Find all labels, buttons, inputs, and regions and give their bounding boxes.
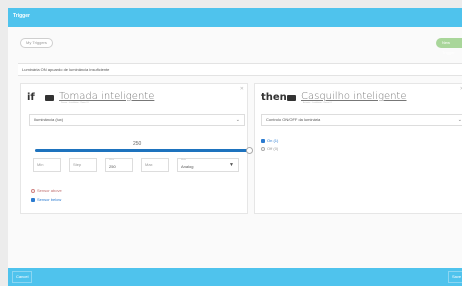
- new-trigger-button[interactable]: New Trigger: [436, 38, 462, 55]
- value-field-caption: Value: [109, 159, 114, 161]
- then-device-name[interactable]: Casquilho inteligente: [301, 91, 407, 102]
- if-device-name[interactable]: Tomada inteligente: [59, 91, 154, 102]
- step-field-value: Step: [73, 162, 82, 167]
- radio-selected-icon: [261, 138, 265, 143]
- trigger-editor-window: Trigger My Triggers New Trigger Luminári…: [8, 8, 462, 286]
- mode-select-value: Analog: [181, 164, 194, 169]
- threshold-slider[interactable]: [35, 147, 253, 154]
- close-icon[interactable]: ✕: [240, 86, 244, 92]
- radio-on-label: On (1): [267, 138, 279, 143]
- then-device-subtitle: Actuator · Installation · Room 01: [303, 102, 332, 104]
- then-keyword: then: [261, 92, 287, 103]
- radio-unselected-icon: [31, 188, 35, 193]
- radio-off-label: Off (0): [267, 146, 279, 151]
- if-device-subtitle: Sensor · Installation · Room 01: [61, 102, 89, 104]
- radio-selected-icon: [31, 197, 35, 202]
- bulb-icon: [287, 95, 296, 101]
- min-field-value: Min: [37, 162, 44, 167]
- mode-select-caption: Mode: [181, 159, 187, 161]
- save-button[interactable]: Save: [448, 271, 462, 283]
- action-select-value: Controlo ON/OFF da luminária: [266, 117, 321, 122]
- footer-bar: Cancel Save: [8, 268, 462, 286]
- action-select[interactable]: Controlo ON/OFF da luminária ⌄: [261, 114, 462, 126]
- window-title: Trigger: [13, 13, 30, 19]
- mode-select[interactable]: Mode Analog ▼: [177, 158, 239, 172]
- trigger-name-field[interactable]: Luminária ON apuardo de luminância insuf…: [18, 63, 462, 76]
- slider-handle[interactable]: [245, 147, 253, 154]
- if-condition-card: ✕ if Tomada inteligente Sensor · Install…: [20, 83, 253, 214]
- step-field[interactable]: Step: [69, 158, 97, 172]
- breadcrumb-my-triggers[interactable]: My Triggers: [20, 38, 53, 48]
- radio-unselected-icon: [261, 146, 265, 151]
- value-field[interactable]: Value 250: [105, 158, 133, 172]
- max-field[interactable]: Max: [141, 158, 169, 172]
- radio-sensor-below-label: Sensor below: [37, 197, 62, 202]
- slider-fill: [35, 149, 250, 152]
- title-bar: Trigger: [8, 8, 462, 27]
- cancel-button[interactable]: Cancel: [12, 271, 32, 283]
- radio-sensor-below[interactable]: Sensor below: [31, 197, 61, 202]
- radio-on[interactable]: On (1): [261, 138, 278, 143]
- radio-sensor-above[interactable]: Sensor above: [31, 188, 62, 193]
- chevron-down-icon: ⌄: [457, 117, 462, 123]
- max-field-value: Max: [145, 162, 153, 167]
- property-select[interactable]: Iluminância (lux) ⌄: [29, 114, 245, 126]
- plug-icon: [45, 95, 54, 101]
- radio-sensor-above-label: Sensor above: [37, 188, 62, 193]
- slider-value: 250: [133, 141, 142, 147]
- radio-off[interactable]: Off (0): [261, 146, 278, 151]
- min-field[interactable]: Min: [33, 158, 61, 172]
- property-select-value: Iluminância (lux): [34, 117, 64, 122]
- chevron-down-icon: ⌄: [235, 117, 240, 123]
- then-action-card: ✕ then Casquilho inteligente Actuator · …: [254, 83, 462, 214]
- if-keyword: if: [27, 92, 35, 103]
- value-field-value: 250: [109, 164, 116, 169]
- dropdown-arrow-icon: ▼: [229, 162, 234, 168]
